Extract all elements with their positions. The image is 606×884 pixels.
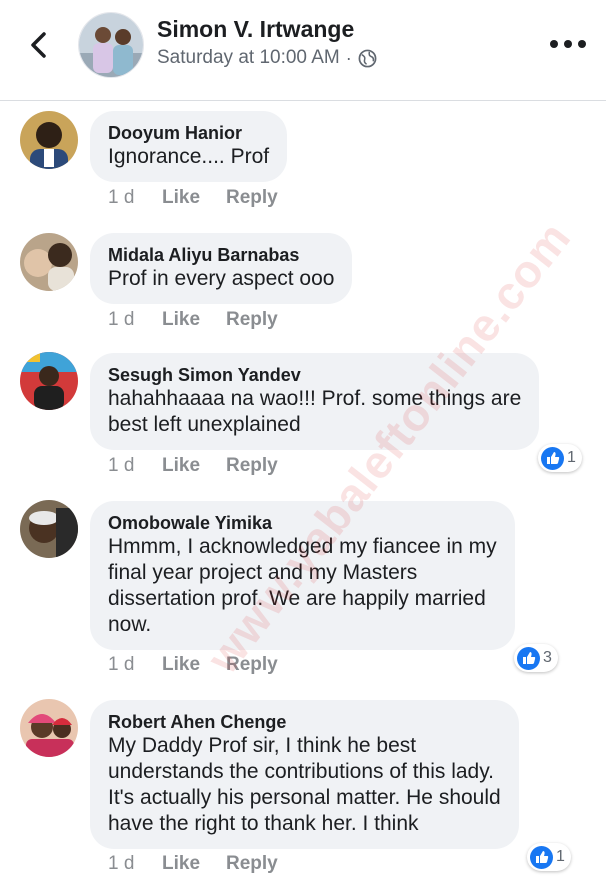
comment-time: 1 d xyxy=(108,853,135,874)
globe-icon xyxy=(358,49,377,67)
like-reaction-icon xyxy=(517,646,540,670)
comment-actions: 1 d Like Reply xyxy=(108,853,278,875)
reply-link[interactable]: Reply xyxy=(226,187,278,209)
comment-time: 1 d xyxy=(108,654,135,675)
like-link[interactable]: Like xyxy=(162,309,226,331)
like-reaction-icon xyxy=(541,446,564,470)
reply-link[interactable]: Reply xyxy=(226,309,278,331)
comment-actions: 1 d Like Reply xyxy=(108,654,278,676)
commenter-name[interactable]: Sesugh Simon Yandev xyxy=(108,364,521,386)
reaction-summary[interactable]: 1 xyxy=(538,444,582,472)
commenter-avatar[interactable] xyxy=(20,233,78,291)
commenter-avatar[interactable] xyxy=(20,699,78,757)
post-header: Simon V. Irtwange Saturday at 10:00 AM · xyxy=(0,0,606,101)
more-options-button[interactable] xyxy=(550,36,586,52)
commenter-name[interactable]: Dooyum Hanior xyxy=(108,122,269,144)
like-link[interactable]: Like xyxy=(162,455,226,477)
comment-bubble[interactable]: Sesugh Simon Yandev hahahhaaaa na wao!!!… xyxy=(90,353,540,450)
more-dot xyxy=(578,40,586,48)
author-avatar[interactable] xyxy=(78,12,144,78)
post-timestamp[interactable]: Saturday at 10:00 AM xyxy=(157,47,340,69)
comment-bubble[interactable]: Dooyum Hanior Ignorance.... Prof xyxy=(90,111,288,182)
more-dot xyxy=(564,40,572,48)
like-reaction-icon xyxy=(530,845,553,869)
comment-text: hahahhaaaa na wao!!! Prof. some things a… xyxy=(108,387,522,436)
reply-link[interactable]: Reply xyxy=(226,455,278,477)
comment-text: Prof in every aspect ooo xyxy=(108,267,335,290)
chevron-left-icon xyxy=(31,32,46,58)
comment-actions: 1 d Like Reply xyxy=(108,187,278,209)
comment-bubble[interactable]: Robert Ahen Chenge My Daddy Prof sir, I … xyxy=(90,700,519,849)
comment-actions: 1 d Like Reply xyxy=(108,455,278,477)
back-button[interactable] xyxy=(22,26,56,64)
comment-bubble[interactable]: Midala Aliyu Barnabas Prof in every aspe… xyxy=(90,233,353,304)
reaction-count: 1 xyxy=(567,449,576,466)
post-author-name[interactable]: Simon V. Irtwange xyxy=(157,16,354,43)
like-link[interactable]: Like xyxy=(162,654,226,676)
comment-text: Hmmm, I acknowledged my fiancee in my fi… xyxy=(108,535,497,636)
like-link[interactable]: Like xyxy=(162,187,226,209)
meta-separator: · xyxy=(345,47,352,68)
comment-actions: 1 d Like Reply xyxy=(108,309,278,331)
commenter-name[interactable]: Robert Ahen Chenge xyxy=(108,711,501,733)
reaction-count: 3 xyxy=(543,649,552,666)
comment-text: My Daddy Prof sir, I think he best under… xyxy=(108,734,501,835)
commenter-avatar[interactable] xyxy=(20,500,78,558)
comment-time: 1 d xyxy=(108,187,135,208)
commenter-avatar[interactable] xyxy=(20,111,78,169)
commenter-avatar[interactable] xyxy=(20,352,78,410)
comment-text: Ignorance.... Prof xyxy=(108,145,270,168)
commenter-name[interactable]: Midala Aliyu Barnabas xyxy=(108,244,334,266)
reply-link[interactable]: Reply xyxy=(226,654,278,676)
comment-bubble[interactable]: Omobowale Yimika Hmmm, I acknowledged my… xyxy=(90,501,515,650)
comment-time: 1 d xyxy=(108,455,135,476)
more-dot xyxy=(550,40,558,48)
reaction-count: 1 xyxy=(556,848,565,865)
commenter-name[interactable]: Omobowale Yimika xyxy=(108,512,497,534)
like-link[interactable]: Like xyxy=(162,853,226,875)
post-meta: Saturday at 10:00 AM · xyxy=(157,47,377,69)
reply-link[interactable]: Reply xyxy=(226,853,278,875)
reaction-summary[interactable]: 1 xyxy=(527,843,571,871)
reaction-summary[interactable]: 3 xyxy=(514,644,558,672)
comment-time: 1 d xyxy=(108,309,135,330)
